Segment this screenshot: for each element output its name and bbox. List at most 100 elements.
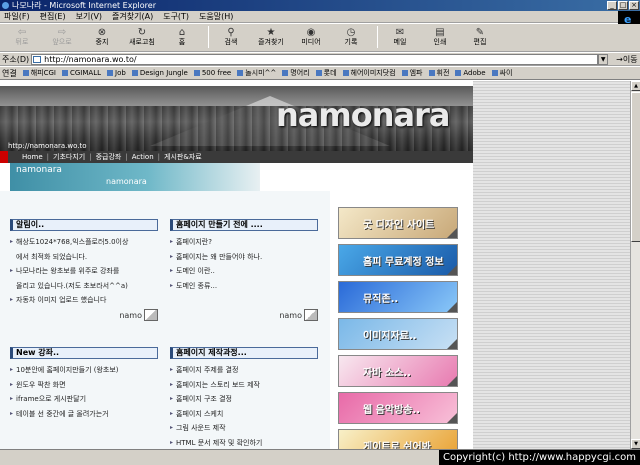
- before-title: 홈페이지 만들기 전에 ....: [170, 219, 318, 231]
- home-icon: ⌂: [178, 26, 186, 38]
- toolbar-button-4[interactable]: ⌂ 홈: [164, 26, 200, 50]
- toolbar-button-7[interactable]: ◉ 미디어: [293, 26, 329, 50]
- toolbar-separator: [208, 26, 209, 48]
- toolbar-button-1[interactable]: ⇨ 앞으로: [44, 26, 80, 50]
- toolbar-button-label: 편집: [473, 38, 487, 46]
- list-item[interactable]: 도메인 종류...: [170, 279, 318, 294]
- link-item[interactable]: 명어리: [282, 68, 309, 78]
- menu-help[interactable]: 도움말(H): [199, 11, 233, 23]
- notice-box: 알림이.. 해상도1024*768,익스플로러5.0이상에서 최적화 되었습니다…: [10, 219, 158, 321]
- scroll-thumb[interactable]: [631, 92, 640, 242]
- menu-favorites[interactable]: 즐겨찾기(A): [112, 11, 153, 23]
- new-course-box: New 강좌.. 10분안에 홈페이지만들기 (왕초보)윈도우 팍찬 화면ifr…: [10, 347, 158, 421]
- scroll-down-button[interactable]: ▼: [631, 439, 640, 449]
- side-menu-button-2[interactable]: 뮤직존..: [338, 281, 458, 313]
- list-item[interactable]: 테이블 선 중간에 글 올려가는거: [10, 407, 158, 422]
- list-item[interactable]: 나모나라는 왕초보를 위주로 강좌를: [10, 264, 158, 279]
- list-item[interactable]: HTML 문서 제작 및 확인하기: [170, 436, 318, 450]
- list-item[interactable]: 홈페이지는 스토리 보드 제작: [170, 378, 318, 393]
- list-item[interactable]: 에서 최적화 되었습니다.: [10, 250, 158, 265]
- nav-intermediate[interactable]: 중급강좌: [96, 151, 122, 163]
- link-item[interactable]: 해피CGI: [23, 68, 56, 78]
- toolbar-button-0[interactable]: ⇦ 뒤로: [4, 26, 40, 50]
- side-menu-button-6[interactable]: 게이트로 쉬어봐: [338, 429, 458, 449]
- side-menu-label: 굿 디자인 사이트: [363, 220, 435, 231]
- menu-view[interactable]: 보기(V): [76, 11, 102, 23]
- before-more-button[interactable]: namo: [279, 309, 318, 321]
- link-item[interactable]: Design Jungle: [132, 69, 188, 77]
- link-item[interactable]: Job: [107, 69, 126, 77]
- address-bar: 주소(D) http://namonara.wo.to/ ▼ →이동: [0, 53, 640, 66]
- side-menu-label: 이미지자료..: [363, 331, 417, 342]
- toolbar-button-3[interactable]: ↻ 새로고침: [124, 26, 160, 50]
- menu-file[interactable]: 파일(F): [4, 11, 30, 23]
- link-item[interactable]: CGIMALL: [62, 69, 101, 77]
- link-item[interactable]: Adobe: [455, 69, 485, 77]
- list-item[interactable]: 홈페이지는 왜 만들어야 하나.: [170, 250, 318, 265]
- list-item[interactable]: 홈페이지란?: [170, 235, 318, 250]
- toolbar-separator: [377, 26, 378, 48]
- edit-icon: ✎: [475, 26, 485, 38]
- nav-action[interactable]: Action: [132, 151, 154, 163]
- go-button[interactable]: →이동: [616, 54, 637, 65]
- list-item[interactable]: 그림 사운드 제작: [170, 421, 318, 436]
- list-item[interactable]: 올리고 있습니다.(저도 초보라서^^a): [10, 279, 158, 294]
- toolbar-button-9[interactable]: ✉ 메일: [382, 26, 418, 50]
- menu-bar: 파일(F) 편집(E) 보기(V) 즐겨찾기(A) 도구(T) 도움말(H): [0, 11, 640, 29]
- list-item[interactable]: 자동차 이미지 업로드 헀습니다: [10, 293, 158, 308]
- side-menu-button-1[interactable]: 홈피 무료계정 정보: [338, 244, 458, 276]
- list-item[interactable]: 해상도1024*768,익스플로러5.0이상: [10, 235, 158, 250]
- address-input[interactable]: http://namonara.wo.to/: [31, 53, 599, 65]
- side-menu-button-5[interactable]: 웹 음악방송..: [338, 392, 458, 424]
- menu-edit[interactable]: 편집(E): [40, 11, 66, 23]
- corner-fold-icon: [447, 228, 457, 238]
- notice-more-button[interactable]: namo: [119, 309, 158, 321]
- site-logo[interactable]: namonara: [276, 96, 450, 134]
- link-item[interactable]: 롯데: [316, 68, 337, 78]
- nav-basics[interactable]: 기초다지기: [53, 151, 85, 163]
- maximize-button[interactable]: □: [618, 1, 628, 10]
- list-item[interactable]: 10분안에 홈페이지만들기 (왕초보): [10, 363, 158, 378]
- copyright-watermark: Copyright(c) http://www.happycgi.com: [438, 450, 640, 465]
- side-menu-label: 게이트로 쉬어봐: [363, 442, 431, 449]
- list-item[interactable]: 홈페이지 구조 결정: [170, 392, 318, 407]
- address-dropdown-button[interactable]: ▼: [598, 53, 609, 65]
- more-corner-icon: [144, 309, 158, 321]
- toolbar-button-label: 앞으로: [52, 38, 72, 46]
- minimize-button[interactable]: _: [607, 1, 617, 10]
- toolbar-button-5[interactable]: ⚲ 검색: [213, 26, 249, 50]
- link-item[interactable]: 싸이: [492, 68, 513, 78]
- nav-home[interactable]: Home: [22, 151, 43, 163]
- toolbar-button-10[interactable]: ▤ 인쇄: [422, 26, 458, 50]
- side-menu-button-0[interactable]: 굿 디자인 사이트: [338, 207, 458, 239]
- toolbar-button-label: 기록: [344, 38, 358, 46]
- link-item[interactable]: 헤어이미지닷컴: [343, 68, 396, 78]
- vertical-scrollbar[interactable]: ▲ ▼: [630, 81, 640, 449]
- list-item[interactable]: 윈도우 팍찬 화면: [10, 378, 158, 393]
- print-icon: ▤: [435, 26, 445, 38]
- side-menu-button-4[interactable]: 자바 소스..: [338, 355, 458, 387]
- link-item[interactable]: 엠파: [402, 68, 423, 78]
- link-item[interactable]: 휘전: [429, 68, 450, 78]
- list-item[interactable]: iframe으로 게시판달기: [10, 392, 158, 407]
- toolbar-button-6[interactable]: ★ 즐겨찾기: [253, 26, 289, 50]
- side-menu-button-3[interactable]: 이미지자료..: [338, 318, 458, 350]
- address-label: 주소(D): [2, 54, 30, 64]
- link-item[interactable]: 500 free: [194, 69, 231, 77]
- toolbar-button-label: 뒤로: [15, 38, 29, 46]
- nav-board[interactable]: 게시판&자료: [164, 151, 202, 163]
- refresh-icon: ↻: [137, 26, 147, 38]
- toolbar-button-8[interactable]: ◷ 기록: [333, 26, 369, 50]
- menu-tools[interactable]: 도구(T): [163, 11, 189, 23]
- link-item[interactable]: 놀시미^^: [237, 68, 276, 78]
- list-item[interactable]: 도메인 이란..: [170, 264, 318, 279]
- favorites-icon: ★: [266, 26, 276, 38]
- sub-banner: namonara namonara: [10, 163, 260, 191]
- toolbar-button-11[interactable]: ✎ 편집: [462, 26, 498, 50]
- toolbar-button-2[interactable]: ⊗ 중지: [84, 26, 120, 50]
- close-button[interactable]: ×: [629, 1, 639, 10]
- history-icon: ◷: [346, 26, 356, 38]
- list-item[interactable]: 홈페이지 주제를 결정: [170, 363, 318, 378]
- scroll-up-button[interactable]: ▲: [631, 81, 640, 91]
- list-item[interactable]: 홈페이지 스케치: [170, 407, 318, 422]
